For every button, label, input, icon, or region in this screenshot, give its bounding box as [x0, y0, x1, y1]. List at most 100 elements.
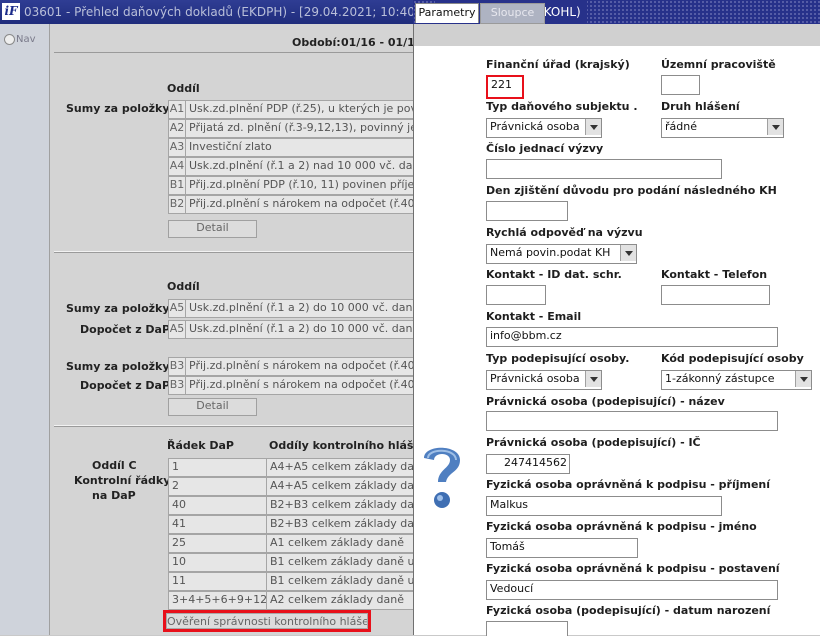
- oddil-desc: A4+A5 celkem základy daně u: [266, 477, 418, 496]
- nav-label: Nav: [16, 34, 36, 45]
- kontakt-id-input[interactable]: [486, 285, 546, 305]
- oddil-desc: Usk.zd.plnění PDP (ř.25), u kterých je p…: [185, 100, 418, 119]
- background-window-title: 03601 - Přehled daňových dokladů (EKDPH)…: [24, 5, 415, 19]
- control-group-label: na DaP: [92, 489, 136, 502]
- oddil-desc: Přij.zd.plnění s nárokem na odpočet (ř.4…: [185, 376, 418, 395]
- oddil-code: B3: [168, 357, 186, 376]
- po-ic-label: Právnická osoba (podepisující) - IČ: [486, 436, 701, 449]
- radek-value: 25: [168, 534, 270, 553]
- financni-urad-input[interactable]: 221: [486, 75, 524, 99]
- tab-parametry[interactable]: Parametry: [415, 3, 479, 23]
- row-label: Dopočet z DaP: [80, 379, 171, 392]
- dropdown-arrow-icon[interactable]: [795, 371, 811, 387]
- oddil-desc: B1 celkem základy daně u prv: [266, 572, 418, 591]
- radek-value: 2: [168, 477, 270, 496]
- verify-button-highlight[interactable]: Ověření správnosti kontrolního hlášení: [163, 610, 371, 632]
- kontakt-telefon-label: Kontakt - Telefon: [661, 268, 768, 281]
- detail-button[interactable]: Detail: [168, 220, 257, 238]
- oddil-desc: Přij.zd.plnění s nárokem na odpočet (ř.4…: [185, 357, 418, 376]
- cislo-jednaci-input[interactable]: [486, 159, 722, 179]
- fo-jmeno-input[interactable]: Tomáš: [486, 538, 638, 558]
- oddil-code: A1: [168, 100, 186, 119]
- rychla-odpoved-select[interactable]: Nemá povin.podat KH: [486, 244, 637, 264]
- fo-prijmeni-label: Fyzická osoba oprávněná k podpisu - příj…: [486, 478, 771, 491]
- tab-sloupce[interactable]: Sloupce: [480, 3, 545, 24]
- kontakt-telefon-input[interactable]: [661, 285, 770, 305]
- sums-group-label: Sumy za položky: [66, 102, 170, 115]
- radek-value: 3+4+5+6+9+12+13: [168, 591, 270, 610]
- uzemni-pracoviste-label: Územní pracoviště: [661, 58, 776, 71]
- oddil-desc: A4+A5 celkem základy daně u: [266, 458, 418, 477]
- typ-subjektu-select[interactable]: Právnická osoba: [486, 118, 602, 138]
- dropdown-arrow-icon[interactable]: [620, 245, 636, 261]
- row-label: Dopočet z DaP: [80, 323, 171, 336]
- oddil-code: B3: [168, 376, 186, 395]
- po-nazev-input[interactable]: [486, 411, 778, 431]
- fo-datum-input[interactable]: [486, 621, 568, 636]
- typ-subjektu-value: Právnická osoba: [490, 120, 580, 133]
- oddil-code: B1: [168, 176, 186, 195]
- period-label: Období:: [292, 36, 341, 49]
- kod-podepisujici-select[interactable]: 1-zákonný zástupce: [661, 370, 812, 390]
- rychla-odpoved-label: Rychlá odpověď na výzvu: [486, 226, 643, 239]
- fo-prijmeni-input[interactable]: Malkus: [486, 496, 722, 516]
- control-group-label: Kontrolní řádky: [74, 474, 171, 487]
- radek-value: 40: [168, 496, 270, 515]
- kontakt-email-input[interactable]: info@bbm.cz: [486, 327, 778, 347]
- control-group-label: Oddíl C: [92, 459, 137, 472]
- fo-postaveni-label: Fyzická osoba oprávněná k podpisu - post…: [486, 562, 780, 575]
- kontakt-email-label: Kontakt - Email: [486, 310, 582, 323]
- app-logo-icon: iF: [2, 3, 20, 20]
- rychla-odpoved-value: Nemá povin.podat KH: [490, 246, 611, 259]
- oddil-desc: Přij.zd.plnění PDP (ř.10, 11) povinen př…: [185, 176, 418, 195]
- oddil-code: A3: [168, 138, 186, 157]
- oddil-desc: A1 celkem základy daně: [266, 534, 418, 553]
- row-label: Sumy za položky: [66, 360, 170, 373]
- radek-header: Řádek DaP: [167, 439, 234, 452]
- typ-podepisujici-select[interactable]: Právnická osoba: [486, 370, 602, 390]
- oddil-code: B2: [168, 195, 186, 214]
- druh-hlaseni-select[interactable]: řádné: [661, 118, 784, 138]
- help-question-icon[interactable]: [418, 438, 466, 512]
- po-ic-input[interactable]: 247414562: [486, 454, 570, 474]
- dropdown-arrow-icon[interactable]: [585, 119, 601, 135]
- den-zjisteni-label: Den zjištění důvodu pro podání následnéh…: [486, 184, 777, 197]
- oddil-desc: Usk.zd.plnění (ř.1 a 2) do 10 000 vč. da…: [185, 320, 418, 339]
- oddil-desc: B2+B3 celkem základy daně u: [266, 496, 418, 515]
- oddil-desc: Usk.zd.plnění (ř.1 a 2) do 10 000 vč. da…: [185, 299, 418, 318]
- verify-button[interactable]: Ověření správnosti kontrolního hlášení: [166, 613, 368, 629]
- radek-value: 10: [168, 553, 270, 572]
- typ-podepisujici-value: Právnická osoba: [490, 372, 580, 385]
- cislo-jednaci-label: Číslo jednací výzvy: [486, 142, 604, 155]
- nav-panel: [0, 24, 50, 635]
- fo-postaveni-input[interactable]: Vedoucí: [486, 580, 778, 600]
- radio-icon[interactable]: [4, 34, 15, 45]
- oddil-code: A2: [168, 119, 186, 138]
- oddil-desc: B2+B3 celkem základy daně u: [266, 515, 418, 534]
- oddil-code: A4: [168, 157, 186, 176]
- uzemni-pracoviste-input[interactable]: [661, 75, 700, 95]
- row-label: Sumy za položky: [66, 302, 170, 315]
- oddil-header: Oddíl: [167, 280, 200, 293]
- oddil-desc: Přijatá zd. plnění (ř.3-9,12,13), povinn…: [185, 119, 418, 138]
- oddily-header: Oddíly kontrolního hlášen: [269, 439, 429, 452]
- kod-podepisujici-label: Kód podepisující osoby: [661, 352, 804, 365]
- oddil-desc: Investiční zlato: [185, 138, 418, 157]
- kod-podepisujici-value: 1-zákonný zástupce: [665, 372, 775, 385]
- period-value: 01/16 - 01/16: [341, 36, 423, 49]
- oddil-desc: Přij.zd.plnění s nárokem na odpočet (ř.4…: [185, 195, 418, 214]
- oddil-code: A5: [168, 299, 186, 318]
- dropdown-arrow-icon[interactable]: [767, 119, 783, 135]
- detail-button[interactable]: Detail: [168, 398, 257, 416]
- typ-subjektu-label: Typ daňového subjektu .: [486, 100, 638, 113]
- financni-urad-label: Finanční úřad (krajský): [486, 58, 630, 71]
- background-window-titlebar[interactable]: iF 03601 - Přehled daňových dokladů (EKD…: [0, 0, 415, 24]
- radek-value: 41: [168, 515, 270, 534]
- oddil-header: Oddíl: [167, 82, 200, 95]
- dropdown-arrow-icon[interactable]: [585, 371, 601, 387]
- kontakt-id-label: Kontakt - ID dat. schr.: [486, 268, 622, 281]
- typ-podepisujici-label: Typ podepisující osoby.: [486, 352, 630, 365]
- fo-jmeno-label: Fyzická osoba oprávněná k podpisu - jmén…: [486, 520, 757, 533]
- den-zjisteni-input[interactable]: [486, 201, 568, 221]
- oddil-desc: B1 celkem základy daně u zák: [266, 553, 418, 572]
